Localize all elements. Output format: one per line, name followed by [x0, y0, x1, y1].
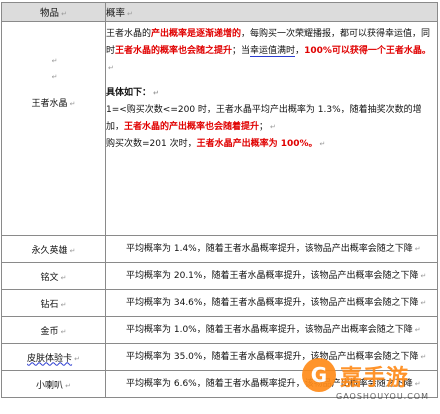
header-probability: 概率 ↵ — [105, 2, 438, 22]
highlight-text: 100%可以获得一个王者水晶。 — [304, 46, 431, 56]
item-desc: 平均概率为 34.6%，随着王者水晶概率提升，该物品产出概率会随之下降 — [126, 298, 419, 308]
header-prob-label: 概率 — [106, 8, 126, 19]
table-row: 永久英雄 ↵ 平均概率为 1.4%，随着王者水晶概率提升，该物品产出概率会随之下降 ↵ — [1, 235, 438, 263]
item-name-cell: 金币 ↵ — [1, 316, 106, 344]
item-desc-cell: 平均概率为 35.0%，随着王者水晶概率提升，该物品产出概率会随之下降 ↵ — [105, 343, 438, 371]
item-desc-cell: 平均概率为 20.1%，随着王者水晶概率提升，该物品产出概率会随之下降 ↵ — [105, 262, 438, 290]
header-item-label: 物品 — [40, 8, 60, 19]
return-mark: ↵ — [69, 246, 76, 255]
item-desc: 平均概率为 35.0%，随着王者水晶概率提升，该物品产出概率会随之下降 — [126, 352, 419, 362]
return-mark: ↵ — [61, 10, 67, 18]
return-mark: ↵ — [60, 300, 67, 309]
highlight-text: 产出概率是逐渐递增的 — [151, 29, 242, 39]
item-name-cell: 皮肤体验卡 ↵ — [1, 343, 106, 371]
return-mark: ↵ — [69, 100, 76, 108]
crystal-detail-paragraph: 1=<购买次数<=200 时，王者水晶平均产出概率为 1.3%，随着抽奖次数的增… — [106, 102, 437, 136]
return-mark: ↵ — [60, 273, 67, 282]
table-row: 钻石 ↵ 平均概率为 34.6%，随着王者水晶概率提升，该物品产出概率会随之下降 ↵ — [1, 289, 438, 317]
return-mark: ↵ — [51, 57, 58, 65]
table-row: 铭文 ↵ 平均概率为 20.1%，随着王者水晶概率提升，该物品产出概率会随之下降 ↵ — [1, 262, 438, 290]
return-mark: ↵ — [420, 353, 427, 361]
item-name: 永久英雄 — [31, 245, 68, 256]
return-mark: ↵ — [414, 326, 421, 334]
highlight-text: 王者水晶产出概率为 100%。 — [196, 139, 318, 149]
return-mark: ↵ — [65, 381, 71, 390]
item-desc: 平均概率为 1.4%，随着王者水晶概率提升，该物品产出概率会随之下降 — [126, 244, 413, 254]
underlined-text: 幸运值满时 — [250, 46, 296, 57]
body-text: ， — [295, 46, 305, 56]
crystal-final-paragraph: 购买次数=201 次时，王者水晶产出概率为 100%。 ↵ — [106, 136, 437, 153]
table-header-row: 物品 ↵ 概率 ↵ — [1, 2, 438, 22]
item-name: 皮肤体验卡 — [27, 353, 73, 364]
table-row-crystal: ↵ ↵ 王者水晶 ↵ 王者水晶的产出概率是逐渐递增的，每购买一次荣耀播报，都可以获… — [1, 21, 438, 236]
crystal-name-text: 王者水晶 — [31, 99, 68, 109]
table-row: 金币 ↵ 平均概率为 1.0%，随着王者水晶概率提升，该物品产出概率会随之下降 ↵ — [1, 316, 438, 344]
crystal-name-cell: ↵ ↵ 王者水晶 ↵ — [1, 21, 106, 236]
return-mark: ↵ — [270, 123, 276, 131]
crystal-intro-paragraph: 王者水晶的产出概率是逐渐递增的，每购买一次荣耀播报，都可以获得幸运值，同时王者水… — [106, 26, 437, 77]
return-mark: ↵ — [51, 73, 58, 81]
item-desc: 平均概率为 6.6%，随着王者水晶概率提升，该物品产出概率会随之下降 — [126, 379, 413, 389]
return-mark: ↵ — [74, 354, 80, 363]
item-name-cell: 永久英雄 ↵ — [1, 235, 106, 263]
return-mark: ↵ — [319, 140, 326, 148]
item-desc: 平均概率为 20.1%，随着王者水晶概率提升，该物品产出概率会随之下降 — [126, 271, 419, 281]
return-mark: ↵ — [420, 272, 427, 280]
item-desc-cell: 平均概率为 34.6%，随着王者水晶概率提升，该物品产出概率会随之下降 ↵ — [105, 289, 438, 317]
highlight-text: 王者水晶的概率也会随之提升 — [115, 46, 233, 56]
body-text: 王者水晶的 — [106, 29, 152, 39]
item-desc-cell: 平均概率为 1.0%，随着王者水晶概率提升，该物品产出概率会随之下降 ↵ — [105, 316, 438, 344]
table-row: 小喇叭 ↵ 平均概率为 6.6%，随着王者水晶概率提升，该物品产出概率会随之下降 ↵ — [1, 370, 438, 398]
body-text: 购买次数=201 次时， — [106, 139, 197, 149]
empty-line: ↵ — [2, 56, 105, 66]
item-desc-cell: 平均概率为 1.4%，随着王者水晶概率提升，该物品产出概率会随之下降 ↵ — [105, 235, 438, 263]
item-name: 钻石 — [40, 299, 59, 310]
probability-table: 物品 ↵ 概率 ↵ ↵ ↵ 王者水晶 ↵ 王者水晶的产出概率是逐渐递增的，每购买一次荣… — [1, 2, 438, 398]
return-mark: ↵ — [108, 64, 114, 72]
detail-title: 具体如下： ↵ — [106, 85, 437, 102]
detail-title-text: 具体如下： — [106, 88, 152, 98]
crystal-desc-cell: 王者水晶的产出概率是逐渐递增的，每购买一次荣耀播报，都可以获得幸运值，同时王者水… — [105, 21, 438, 236]
return-mark: ↵ — [127, 10, 133, 18]
item-name-cell: 铭文 ↵ — [1, 262, 106, 290]
empty-line: ↵ — [2, 72, 105, 82]
return-mark: ↵ — [414, 380, 421, 388]
item-name-cell: 钻石 ↵ — [1, 289, 106, 317]
body-text: ； — [259, 122, 269, 132]
item-name: 小喇叭 — [36, 380, 64, 391]
return-mark: ↵ — [414, 245, 421, 253]
table-row: 皮肤体验卡 ↵ 平均概率为 35.0%，随着王者水晶概率提升，该物品产出概率会随之下… — [1, 343, 438, 371]
item-name: 金币 — [40, 326, 59, 337]
body-text: ；当 — [232, 46, 251, 56]
header-item: 物品 ↵ — [1, 2, 106, 22]
item-name: 铭文 — [40, 272, 59, 283]
item-desc-cell: 平均概率为 6.6%，随着王者水晶概率提升，该物品产出概率会随之下降 ↵ — [105, 370, 438, 398]
return-mark: ↵ — [60, 327, 67, 336]
return-mark: ↵ — [153, 89, 159, 97]
item-desc: 平均概率为 1.0%，随着王者水晶概率提升，该物品产出概率会随之下降 — [126, 325, 413, 335]
crystal-name: 王者水晶 ↵ — [2, 96, 105, 109]
item-name-cell: 小喇叭 ↵ — [1, 370, 106, 398]
return-mark: ↵ — [420, 299, 427, 307]
highlight-text: 王者水晶的产出概率也会随着提升 — [124, 122, 260, 132]
